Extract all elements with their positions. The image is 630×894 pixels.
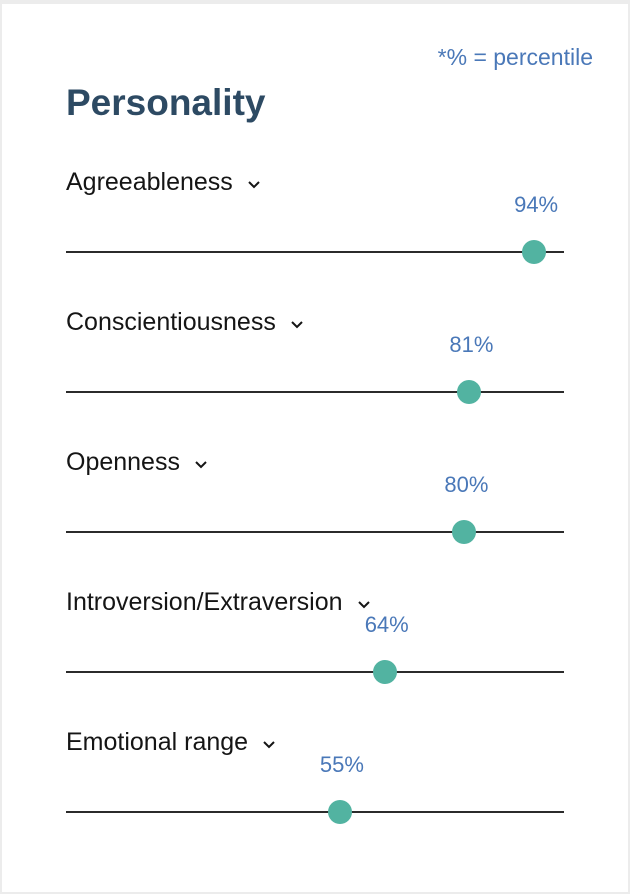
trait-name: Openness	[66, 448, 180, 476]
percentile-label: 81%	[449, 332, 494, 357]
percentile-label: 80%	[444, 472, 489, 497]
percentile-marker	[457, 380, 482, 404]
trait-toggle[interactable]: Emotional range	[66, 728, 280, 757]
chevron-down-icon[interactable]	[258, 734, 280, 756]
trait-toggle[interactable]: Conscientiousness	[66, 308, 308, 337]
page-title: Personality	[66, 82, 266, 123]
trait-name: Conscientiousness	[66, 308, 276, 336]
trait-name: Introversion/Extraversion	[66, 588, 343, 616]
trait-row: Emotional range 55%	[66, 728, 566, 868]
trait-row: Openness 80%	[66, 448, 566, 588]
percentile-track	[66, 531, 564, 533]
chevron-down-icon[interactable]	[286, 314, 308, 336]
personality-card: *% = percentile Personality Agreeablenes…	[2, 4, 628, 892]
trait-row: Agreeableness 94%	[66, 168, 566, 308]
trait-toggle[interactable]: Introversion/Extraversion	[66, 588, 375, 617]
percentile-marker	[522, 240, 547, 264]
percentile-track	[66, 391, 564, 393]
percentile-track	[66, 811, 564, 813]
trait-name: Agreeableness	[66, 168, 233, 196]
percentile-marker	[372, 660, 397, 684]
percentile-marker	[452, 520, 477, 544]
trait-row: Introversion/Extraversion 64%	[66, 588, 566, 728]
chevron-down-icon[interactable]	[243, 174, 265, 196]
percentile-label: 94%	[514, 192, 559, 217]
percentile-track	[66, 671, 564, 673]
trait-toggle[interactable]: Agreeableness	[66, 168, 265, 197]
percentile-marker	[327, 800, 352, 824]
percentile-note: *% = percentile	[437, 44, 593, 70]
trait-row: Conscientiousness 81%	[66, 308, 566, 448]
trait-toggle[interactable]: Openness	[66, 448, 212, 477]
percentile-label: 55%	[319, 752, 364, 777]
trait-name: Emotional range	[66, 728, 249, 756]
percentile-track	[66, 251, 564, 253]
percentile-label: 64%	[364, 612, 409, 637]
chevron-down-icon[interactable]	[190, 454, 212, 476]
